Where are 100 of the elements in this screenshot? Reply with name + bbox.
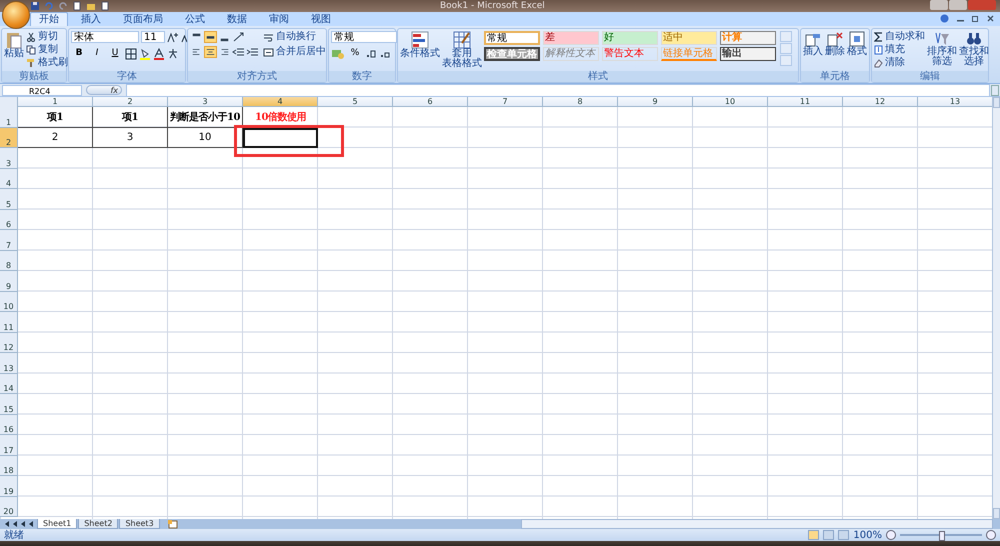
row-header[interactable]: 12	[0, 332, 18, 353]
increase-decimal-icon[interactable]	[365, 48, 377, 60]
restore-icon[interactable]	[972, 15, 979, 22]
row-header[interactable]: 5	[0, 189, 18, 210]
column-header[interactable]: 9	[618, 97, 693, 107]
row-header[interactable]: 20	[0, 496, 18, 517]
row-header[interactable]: 6	[0, 210, 18, 230]
column-header[interactable]: 11	[768, 97, 843, 107]
format-cells-icon[interactable]	[849, 31, 865, 47]
conditional-format-button[interactable]: 条件格式	[400, 49, 440, 59]
folder-icon[interactable]	[86, 1, 96, 11]
formula-input[interactable]	[126, 84, 990, 96]
close-icon[interactable]	[987, 15, 994, 22]
column-header[interactable]: 13	[918, 97, 992, 107]
sheet-tab[interactable]: Sheet1	[37, 519, 78, 529]
row-header[interactable]: 3	[0, 148, 18, 168]
help-icon[interactable]	[940, 14, 949, 23]
font-color-icon[interactable]	[153, 48, 165, 60]
delete-cells-icon[interactable]	[827, 31, 843, 47]
office-button[interactable]	[2, 1, 30, 29]
vertical-align-icon[interactable]	[204, 31, 217, 43]
column-header[interactable]: 10	[693, 97, 768, 107]
borders-icon[interactable]	[125, 48, 137, 60]
row-header[interactable]: 11	[0, 312, 18, 332]
editing-button[interactable]: 清除	[885, 57, 905, 69]
column-header[interactable]: 6	[393, 97, 468, 107]
row-header[interactable]: 9	[0, 271, 18, 292]
row-header[interactable]: 7	[0, 230, 18, 250]
table-format-icon[interactable]	[453, 31, 471, 49]
merge-center-button[interactable]: 合并后居中	[276, 46, 326, 58]
ribbon-tab[interactable]: 数据	[218, 12, 256, 26]
brush-icon[interactable]	[26, 58, 36, 68]
wrap-text-button[interactable]: 自动换行	[276, 31, 316, 43]
ribbon-tab[interactable]: 开始	[30, 12, 68, 26]
function-button[interactable]: fx	[86, 85, 122, 95]
sort-filter-icon[interactable]	[934, 31, 950, 47]
scissors-icon[interactable]	[26, 32, 36, 42]
wrap-text-icon[interactable]	[263, 32, 274, 42]
row-header[interactable]: 17	[0, 435, 18, 456]
editing-menu-button[interactable]: 排序和 筛选	[927, 47, 957, 67]
insert-sheet-icon[interactable]	[166, 520, 179, 528]
merge-center-icon[interactable]	[263, 46, 274, 58]
binoculars-icon[interactable]	[966, 31, 982, 47]
new-document-icon[interactable]	[100, 1, 110, 11]
sigma-icon[interactable]	[874, 32, 883, 42]
column-header[interactable]: 2	[93, 97, 168, 107]
row-header[interactable]: 19	[0, 476, 18, 496]
text-style-button[interactable]: U	[107, 46, 123, 61]
number-format-field[interactable]: 常规	[331, 31, 397, 43]
ribbon-tab[interactable]: 页面布局	[114, 12, 172, 26]
fill-down-icon[interactable]	[874, 45, 883, 55]
row-header[interactable]: 18	[0, 456, 18, 476]
orientation-icon[interactable]	[232, 31, 246, 43]
cell-style-option[interactable]: 差	[543, 31, 599, 45]
row-header[interactable]: 1	[0, 107, 18, 128]
text-style-button[interactable]: B	[71, 46, 87, 61]
ribbon-tab[interactable]: 审阅	[260, 12, 298, 26]
clipboard-button[interactable]: 格式刷	[38, 57, 68, 69]
insert-cells-icon[interactable]	[805, 31, 821, 47]
font-size-field[interactable]: 11	[141, 31, 165, 43]
zoom-out-button[interactable]	[886, 530, 896, 540]
cells-button[interactable]: 删除	[825, 47, 845, 57]
copy-icon[interactable]	[26, 45, 36, 55]
decrease-indent-icon[interactable]	[232, 46, 245, 58]
horizontal-scrollbar[interactable]	[521, 519, 993, 529]
column-header[interactable]: 8	[543, 97, 618, 107]
ribbon-tab[interactable]: 视图	[302, 12, 340, 26]
clipboard-button[interactable]: 复制	[38, 44, 58, 56]
phonetic-icon[interactable]	[167, 48, 179, 60]
row-header[interactable]: 15	[0, 394, 18, 414]
save-icon[interactable]	[30, 1, 40, 11]
percent-button[interactable]: %	[347, 46, 363, 61]
column-header[interactable]: 1	[18, 97, 93, 107]
conditional-format-icon[interactable]	[411, 31, 429, 49]
active-cell[interactable]	[243, 128, 318, 148]
editing-menu-button[interactable]: 查找和 选择	[959, 47, 989, 67]
row-header[interactable]: 16	[0, 414, 18, 435]
cells-button[interactable]: 插入	[803, 47, 823, 57]
paste-button[interactable]: 粘贴	[4, 49, 24, 59]
table-format-button[interactable]: 套用 表格格式	[442, 49, 482, 69]
zoom-slider-thumb[interactable]	[939, 531, 945, 541]
row-header[interactable]: 13	[0, 353, 18, 374]
name-box[interactable]: R2C4	[2, 84, 82, 96]
zoom-in-button[interactable]	[986, 530, 996, 540]
sheet-tab[interactable]: Sheet2	[78, 519, 118, 529]
ribbon-tab[interactable]: 公式	[176, 12, 214, 26]
horizontal-align-icon[interactable]	[204, 46, 217, 58]
font-name-field[interactable]: 宋体	[71, 31, 139, 43]
text-style-button[interactable]: I	[89, 46, 105, 61]
cells-button[interactable]: 格式	[847, 47, 867, 57]
editing-button[interactable]: 填充	[885, 44, 905, 56]
cell-style-option[interactable]: 常规	[484, 31, 540, 45]
cell-style-option[interactable]: 适中	[661, 31, 717, 45]
column-header[interactable]: 7	[468, 97, 543, 107]
column-header[interactable]: 4	[243, 97, 318, 107]
editing-button[interactable]: 自动求和	[885, 31, 925, 43]
sheet-tab[interactable]: Sheet3	[119, 519, 160, 529]
clipboard-button[interactable]: 剪切	[38, 31, 58, 43]
row-header[interactable]: 14	[0, 374, 18, 394]
row-header[interactable]: 8	[0, 250, 18, 271]
